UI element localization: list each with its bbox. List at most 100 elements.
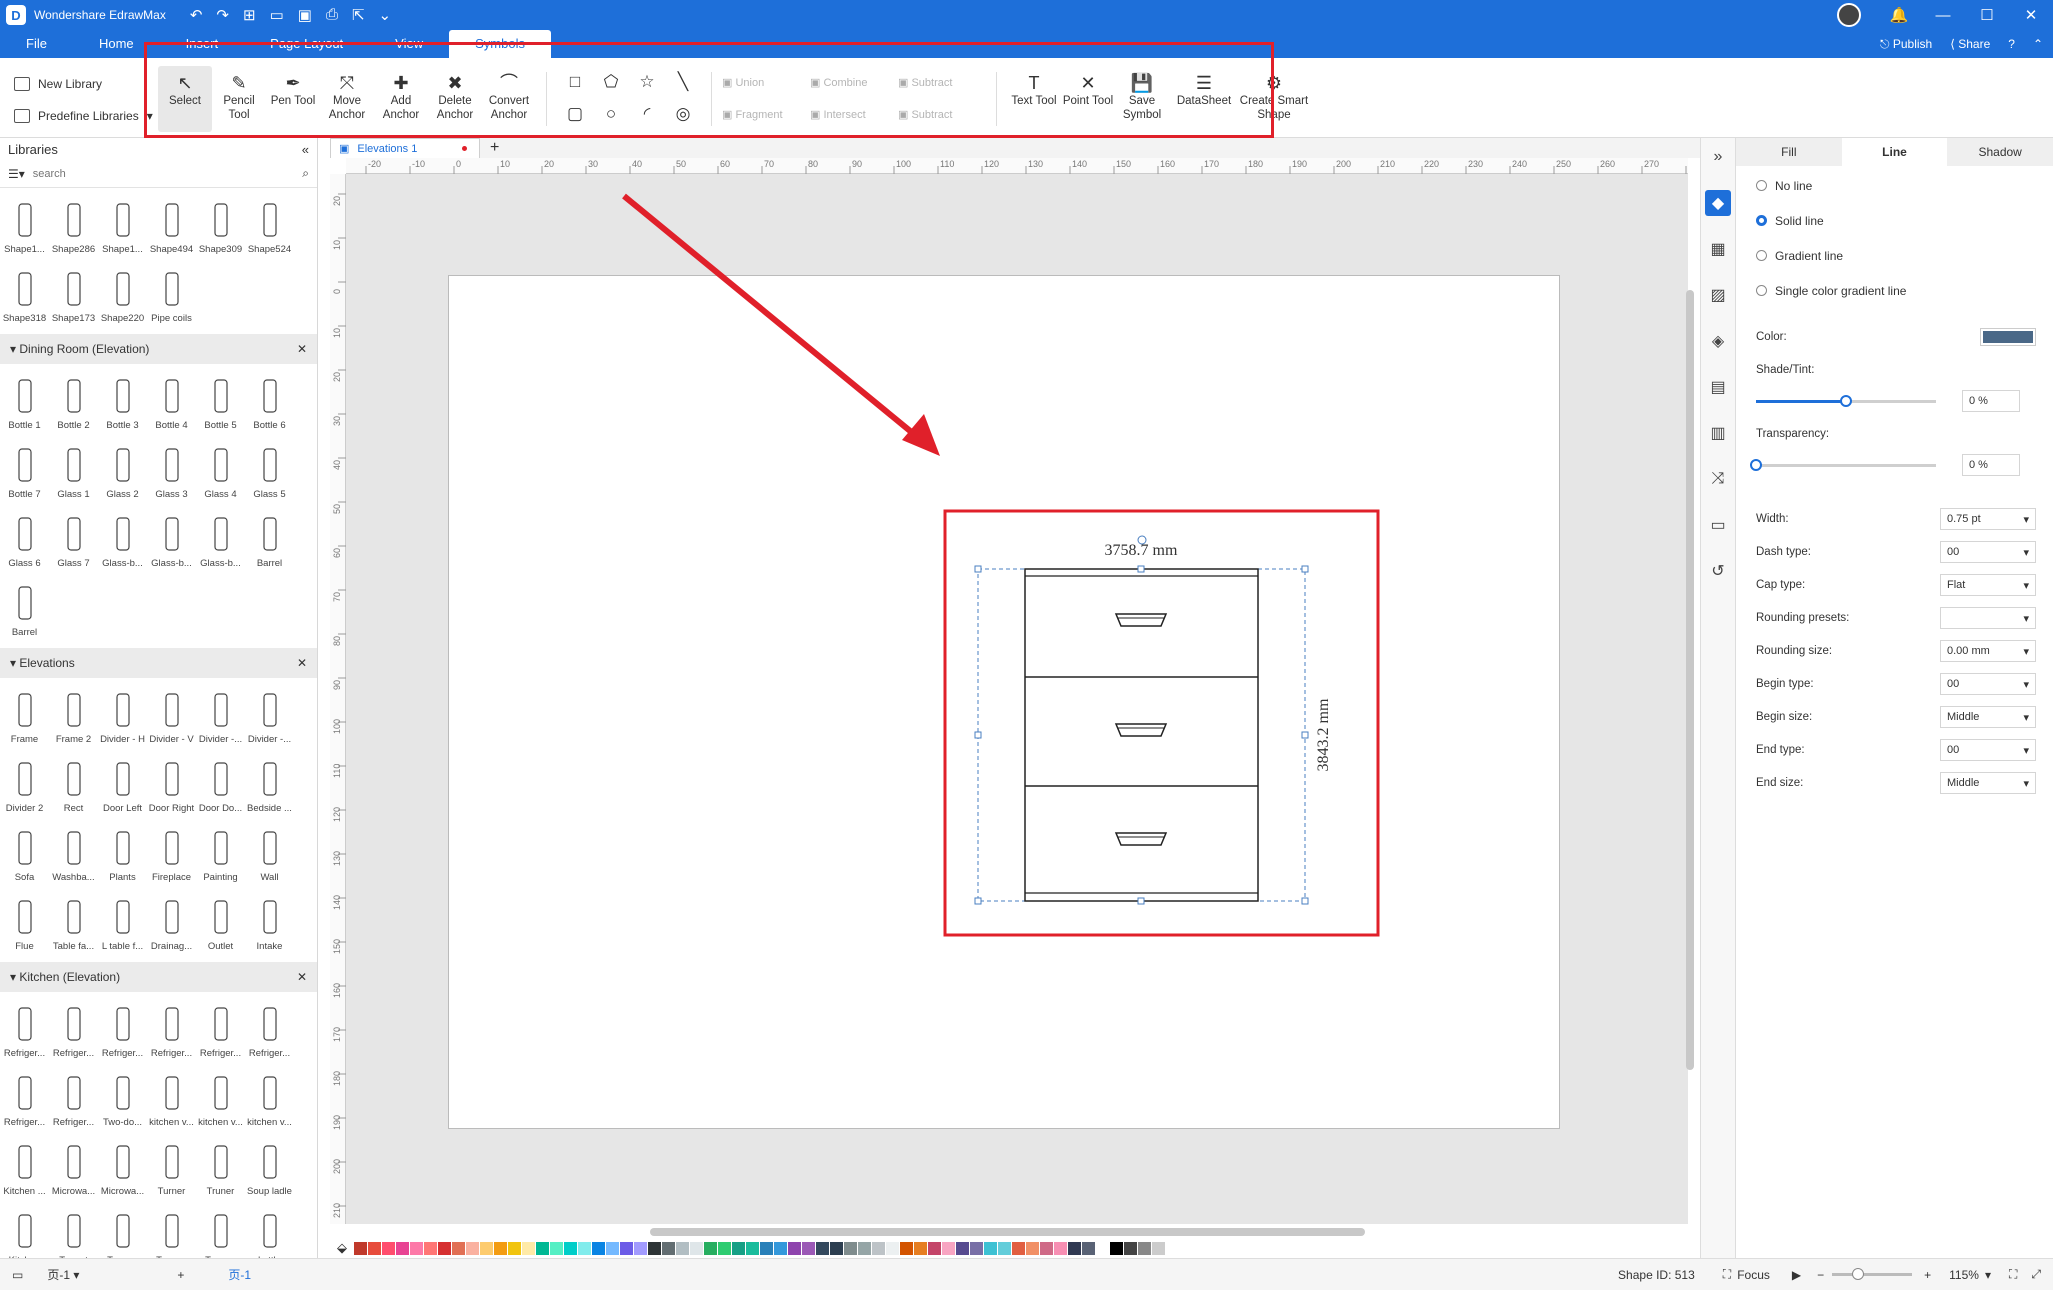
palette-swatch[interactable] [788,1241,801,1255]
palette-swatch[interactable] [704,1241,717,1255]
palette-swatch[interactable] [998,1241,1011,1255]
library-symbol[interactable]: Glass-b... [196,506,245,575]
library-symbol[interactable]: Divider -... [245,682,294,751]
library-symbol[interactable]: Barrel [0,575,49,644]
property-field[interactable]: ▾ [1940,607,2036,629]
tab-line[interactable]: Line [1841,138,1948,166]
option-solid-line[interactable]: Solid line [1736,203,2053,238]
document-tab[interactable]: ▣ Elevations 1 [330,138,480,158]
radio-button[interactable] [1756,215,1767,226]
library-category-header[interactable]: ▾ Dining Room (Elevation) ✕ [0,334,317,364]
palette-swatch[interactable] [774,1241,787,1255]
zoom-slider[interactable] [1832,1268,1913,1280]
library-symbol[interactable]: Bedside ... [245,751,294,820]
close-category-icon[interactable]: ✕ [297,342,307,356]
palette-swatch[interactable] [914,1241,927,1255]
library-symbol[interactable]: Refriger... [49,996,98,1065]
library-symbol[interactable]: L table f... [98,889,147,958]
library-symbol[interactable]: Microwa... [98,1134,147,1203]
chevron-down-icon[interactable]: ▾ [2023,546,2029,559]
library-symbol[interactable]: Divider 2 [0,751,49,820]
palette-swatch[interactable] [480,1241,493,1255]
resize-handle[interactable] [1301,897,1309,905]
library-symbol[interactable]: Refriger... [245,996,294,1065]
add-page-icon[interactable]: + [177,1268,184,1282]
minimize-icon[interactable]: — [1921,7,1965,24]
palette-swatch[interactable] [354,1241,367,1255]
shape-data-icon[interactable]: ▥ [1705,420,1731,446]
palette-swatch[interactable] [970,1241,983,1255]
property-field[interactable]: 00 ▾ [1940,739,2036,761]
library-symbol[interactable]: Table fa... [49,889,98,958]
palette-swatch[interactable] [1152,1241,1165,1255]
resize-handle[interactable] [1137,897,1145,905]
page-tab[interactable]: 页-1 [228,1266,251,1283]
page-icon[interactable]: ▤ [1705,374,1731,400]
palette-swatch[interactable] [606,1241,619,1255]
resize-handle[interactable] [1137,565,1145,573]
library-category-header[interactable]: ▾ Kitchen (Elevation) ✕ [0,962,317,992]
library-symbol[interactable]: Glass-b... [98,506,147,575]
resize-handle[interactable] [974,731,982,739]
library-symbol[interactable]: Frame [0,682,49,751]
library-menu-icon[interactable]: ☰▾ [8,167,25,181]
palette-swatch[interactable] [886,1241,899,1255]
history-icon[interactable]: ↺ [1705,558,1731,584]
palette-swatch[interactable] [396,1241,409,1255]
library-symbol[interactable]: Frame 2 [49,682,98,751]
image-icon[interactable]: ▨ [1705,282,1731,308]
library-symbol[interactable]: Refriger... [0,1065,49,1134]
palette-swatch[interactable] [1110,1241,1123,1255]
palette-swatch[interactable] [508,1241,521,1255]
palette-swatch[interactable] [928,1241,941,1255]
zoom-level[interactable]: 115% [1949,1268,1979,1282]
focus-icon[interactable]: ⛶ [1723,1267,1731,1282]
menu-file[interactable]: File [0,30,73,58]
library-symbol[interactable]: Shape286 [49,192,98,261]
palette-swatch[interactable] [1026,1241,1039,1255]
library-symbol[interactable]: Refriger... [147,996,196,1065]
property-field[interactable]: 0.00 mm ▾ [1940,640,2036,662]
library-symbol[interactable]: Shape1... [98,192,147,261]
library-symbol[interactable]: Bottle 6 [245,368,294,437]
library-symbol[interactable]: Plants [98,820,147,889]
palette-swatch[interactable] [662,1241,675,1255]
option-gradient-line[interactable]: Gradient line [1736,238,2053,273]
property-field[interactable]: Middle ▾ [1940,706,2036,728]
palette-swatch[interactable] [942,1241,955,1255]
library-symbol[interactable]: Glass 7 [49,506,98,575]
page-selector[interactable]: 页-1 ▾ [47,1266,147,1283]
chevron-down-icon[interactable]: ▾ [2023,513,2029,526]
library-symbol[interactable]: Teacup [196,1203,245,1258]
library-symbol[interactable]: Kitchen [0,1203,49,1258]
palette-swatch[interactable] [732,1241,745,1255]
radio-button[interactable] [1756,285,1767,296]
palette-swatch[interactable] [690,1241,703,1255]
library-symbol[interactable]: Bottle 5 [196,368,245,437]
library-symbol[interactable]: kitchen v... [245,1065,294,1134]
library-symbol[interactable]: Shape220 [98,261,147,330]
library-symbol[interactable]: Refriger... [0,996,49,1065]
library-symbol[interactable]: Washba... [49,820,98,889]
library-symbol[interactable]: kitchen v... [147,1065,196,1134]
library-symbol[interactable]: Pipe coils [147,261,196,330]
palette-swatch[interactable] [424,1241,437,1255]
library-symbol[interactable]: Teacup [98,1203,147,1258]
library-symbol[interactable]: Barrel [245,506,294,575]
palette-swatch[interactable] [858,1241,871,1255]
property-field[interactable]: Flat ▾ [1940,574,2036,596]
library-symbol[interactable]: Glass-b... [147,506,196,575]
library-symbol[interactable]: Painting [196,820,245,889]
radio-button[interactable] [1756,250,1767,261]
layers-icon[interactable]: ◈ [1705,328,1731,354]
palette-swatch[interactable] [676,1241,689,1255]
palette-swatch[interactable] [984,1241,997,1255]
property-field[interactable]: 0.75 pt ▾ [1940,508,2036,530]
close-icon[interactable]: ✕ [2009,6,2053,24]
library-symbol[interactable]: Door Left [98,751,147,820]
library-symbol[interactable]: Bottle 4 [147,368,196,437]
palette-swatch[interactable] [1124,1241,1137,1255]
library-symbol[interactable]: Glass 5 [245,437,294,506]
library-symbol[interactable]: Teapot [49,1203,98,1258]
library-symbol[interactable]: Two-do... [98,1065,147,1134]
